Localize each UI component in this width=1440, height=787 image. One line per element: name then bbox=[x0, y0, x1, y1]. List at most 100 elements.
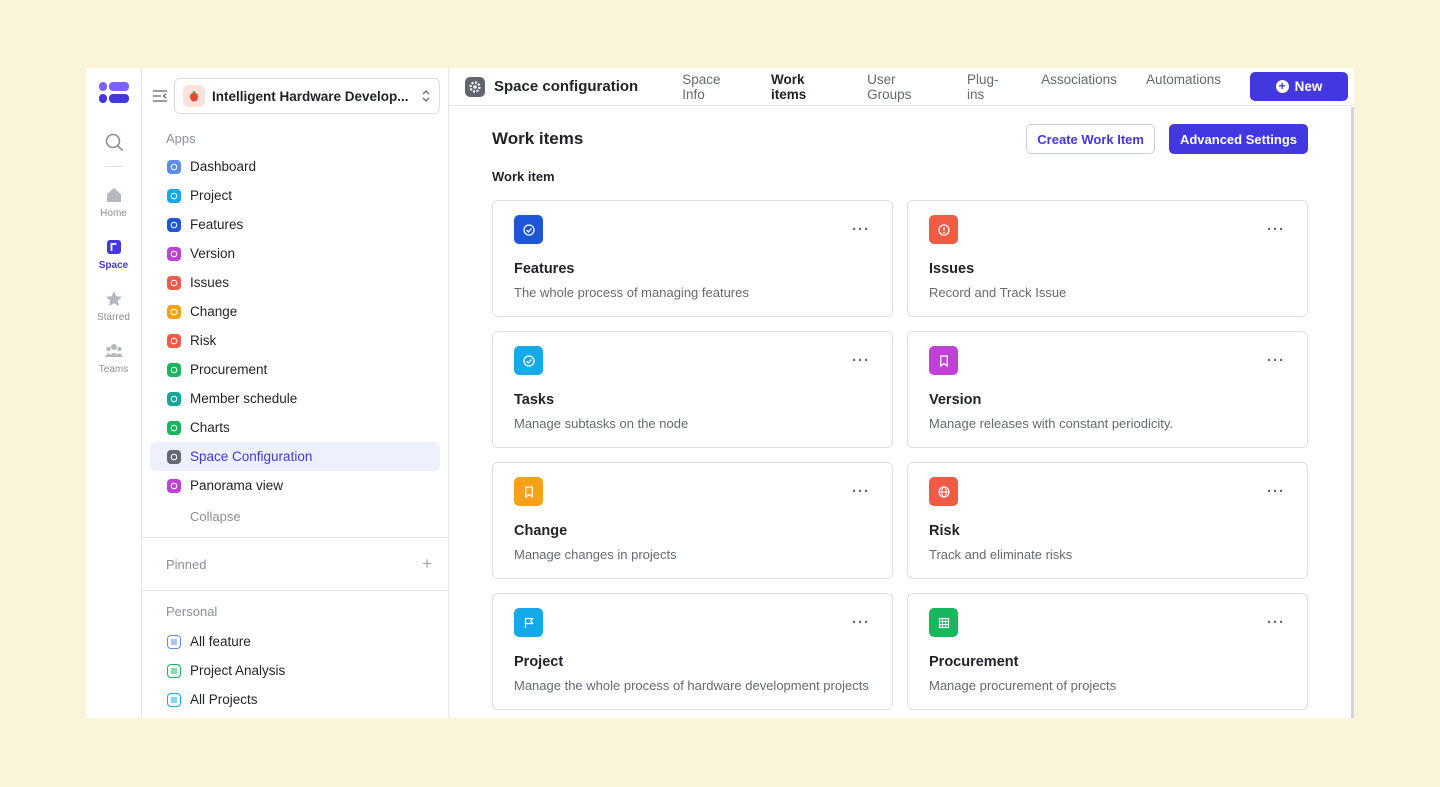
work-item-card-features[interactable]: ··· Features The whole process of managing… bbox=[492, 200, 893, 317]
more-options-icon[interactable]: ··· bbox=[1267, 614, 1285, 631]
rail-starred[interactable]: Starred bbox=[86, 289, 142, 323]
issues-icon bbox=[167, 275, 181, 290]
teams-icon bbox=[104, 344, 123, 357]
sidebar-item-project[interactable]: Project bbox=[150, 181, 440, 210]
work-item-card-risk[interactable]: ··· Risk Track and eliminate risks bbox=[907, 462, 1308, 579]
list-view-icon bbox=[167, 692, 181, 707]
sidebar-item-features[interactable]: Features bbox=[150, 210, 440, 239]
app-logo[interactable] bbox=[98, 82, 129, 106]
config-tabs: Space Info Work items User Groups Plug-ins A… bbox=[682, 72, 1250, 102]
rail-space[interactable]: Space bbox=[86, 237, 142, 271]
main-panel: Space configuration Space Info Work items… bbox=[449, 68, 1354, 718]
work-item-card-version[interactable]: ··· Version Manage releases with constant … bbox=[907, 331, 1308, 448]
scrollbar[interactable] bbox=[1351, 107, 1354, 718]
space-avatar bbox=[183, 85, 205, 107]
work-item-name: Change bbox=[514, 523, 568, 539]
page-title: Space configuration bbox=[494, 78, 639, 95]
search-icon[interactable] bbox=[104, 132, 124, 152]
more-options-icon[interactable]: ··· bbox=[1267, 352, 1285, 369]
sidebar-item-label: Panorama view bbox=[190, 478, 284, 493]
personal-item-all-projects[interactable]: All Projects bbox=[150, 685, 440, 714]
work-item-description: Manage procurement of projects bbox=[929, 678, 1117, 693]
tab-associations[interactable]: Associations bbox=[1041, 72, 1117, 102]
rail-home[interactable]: Home bbox=[86, 185, 142, 219]
apps-section-title: Apps bbox=[166, 131, 196, 146]
space-configuration-icon bbox=[167, 449, 181, 464]
sidebar-item-procurement[interactable]: Procurement bbox=[150, 355, 440, 384]
plus-icon: + bbox=[1275, 80, 1289, 93]
work-items-content: Work items Create Work Item Advanced Set… bbox=[449, 107, 1354, 718]
bookmark-icon bbox=[929, 346, 958, 375]
work-item-card-change[interactable]: ··· Change Manage changes in projects bbox=[492, 462, 893, 579]
work-item-description: Manage releases with constant periodicit… bbox=[929, 416, 1173, 431]
more-options-icon[interactable]: ··· bbox=[852, 483, 870, 500]
table-icon bbox=[929, 608, 958, 637]
personal-item-label: All feature bbox=[190, 634, 251, 649]
sidebar-item-panorama-view[interactable]: Panorama view bbox=[150, 471, 440, 500]
list-view-icon bbox=[167, 634, 181, 649]
personal-section-title: Personal bbox=[166, 604, 218, 619]
tab-user-groups[interactable]: User Groups bbox=[867, 72, 938, 102]
work-item-card-tasks[interactable]: ··· Tasks Manage subtasks on the node bbox=[492, 331, 893, 448]
sidebar-divider bbox=[142, 590, 448, 591]
create-work-item-button[interactable]: Create Work Item bbox=[1026, 124, 1155, 154]
check-circle-icon bbox=[514, 215, 543, 244]
sidebar-item-risk[interactable]: Risk bbox=[150, 326, 440, 355]
tab-plug-ins[interactable]: Plug-ins bbox=[967, 72, 1012, 102]
sidebar-item-version[interactable]: Version bbox=[150, 239, 440, 268]
work-item-card-procurement[interactable]: ··· Procurement Manage procurement of proj… bbox=[907, 593, 1308, 710]
strawberry-icon bbox=[190, 91, 198, 102]
pinned-section: Pinned + bbox=[142, 542, 448, 586]
pinned-title: Pinned bbox=[166, 556, 207, 572]
rail-starred-label: Starred bbox=[97, 312, 130, 323]
space-switcher[interactable]: Intelligent Hardware Develop... bbox=[174, 78, 440, 114]
rail-teams[interactable]: Teams bbox=[86, 341, 142, 375]
features-icon bbox=[167, 217, 181, 232]
topbar: Space configuration Space Info Work items… bbox=[449, 68, 1354, 106]
sidebar-item-label: Version bbox=[190, 246, 236, 261]
sidebar-item-space-configuration[interactable]: Space Configuration bbox=[150, 442, 440, 471]
more-options-icon[interactable]: ··· bbox=[852, 221, 870, 238]
work-item-name: Version bbox=[929, 392, 982, 408]
risk-icon bbox=[167, 333, 181, 348]
sidebar-item-label: Risk bbox=[190, 333, 217, 348]
procurement-icon bbox=[167, 362, 181, 377]
more-options-icon[interactable]: ··· bbox=[852, 352, 870, 369]
sidebar-item-charts[interactable]: Charts bbox=[150, 413, 440, 442]
sidebar-item-change[interactable]: Change bbox=[150, 297, 440, 326]
work-item-grid: ··· Features The whole process of managing… bbox=[492, 200, 1308, 710]
work-item-name: Procurement bbox=[929, 654, 1019, 670]
list-view-icon bbox=[167, 663, 181, 678]
personal-item-project-analysis[interactable]: Project Analysis bbox=[150, 656, 440, 685]
new-button[interactable]: + New bbox=[1250, 72, 1348, 101]
rail-home-label: Home bbox=[100, 208, 127, 219]
work-item-name: Issues bbox=[929, 261, 975, 277]
home-icon bbox=[106, 188, 121, 202]
sidebar-item-member-schedule[interactable]: Member schedule bbox=[150, 384, 440, 413]
collapse-link[interactable]: Collapse bbox=[142, 500, 448, 533]
more-options-icon[interactable]: ··· bbox=[1267, 221, 1285, 238]
rail-space-label: Space bbox=[98, 260, 129, 271]
tab-automations[interactable]: Automations bbox=[1146, 72, 1221, 102]
sidebar-item-dashboard[interactable]: Dashboard bbox=[150, 152, 440, 181]
apps-list: Dashboard Project Features Version Issues Cha… bbox=[142, 152, 448, 500]
advanced-settings-button[interactable]: Advanced Settings bbox=[1168, 124, 1308, 154]
version-icon bbox=[167, 246, 181, 261]
more-options-icon[interactable]: ··· bbox=[852, 614, 870, 631]
sidebar-divider bbox=[142, 537, 448, 538]
sidebar-item-label: Space Configuration bbox=[190, 449, 313, 464]
collapse-sidebar-icon[interactable] bbox=[152, 88, 168, 104]
work-item-card-issues[interactable]: ··· Issues Record and Track Issue bbox=[907, 200, 1308, 317]
work-item-name: Project bbox=[514, 654, 564, 670]
sidebar-item-issues[interactable]: Issues bbox=[150, 268, 440, 297]
work-item-description: Manage the whole process of hardware dev… bbox=[514, 678, 869, 693]
tab-work-items[interactable]: Work items bbox=[771, 72, 838, 102]
sidebar-item-label: Features bbox=[190, 217, 244, 232]
charts-icon bbox=[167, 420, 181, 435]
more-options-icon[interactable]: ··· bbox=[1267, 483, 1285, 500]
add-pinned-icon[interactable]: + bbox=[422, 554, 432, 574]
work-item-section-label: Work item bbox=[492, 169, 555, 184]
tab-space-info[interactable]: Space Info bbox=[682, 72, 742, 102]
work-item-card-project[interactable]: ··· Project Manage the whole process of ha… bbox=[492, 593, 893, 710]
personal-item-all-feature[interactable]: All feature bbox=[150, 627, 440, 656]
